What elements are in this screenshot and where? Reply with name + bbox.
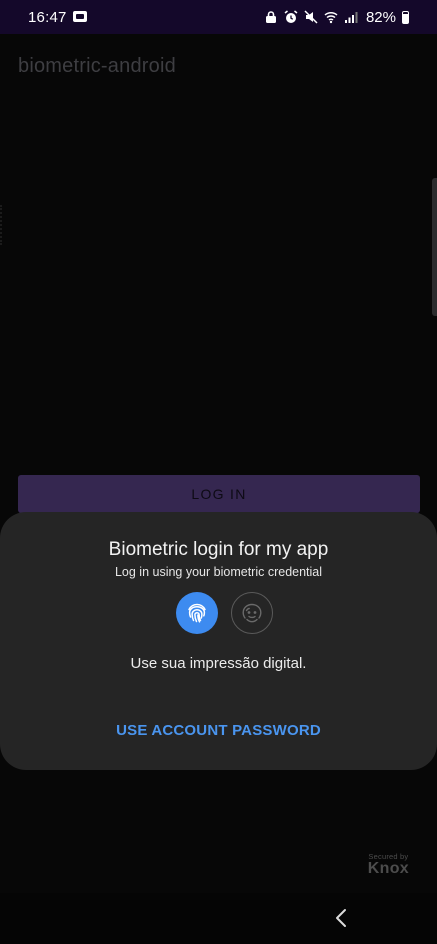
face-icon[interactable] xyxy=(231,592,273,634)
login-button[interactable]: LOG IN xyxy=(18,475,420,513)
knox-logo: Secured by Knox xyxy=(368,852,409,878)
use-account-password-button[interactable]: USE ACCOUNT PASSWORD xyxy=(0,722,437,739)
battery-percentage: 82% xyxy=(365,8,396,26)
prompt-subtitle: Log in using your biometric credential xyxy=(114,565,323,579)
screen: 16:47 82% biometric-android LOG IN Biome… xyxy=(0,0,437,944)
battery-icon xyxy=(402,10,409,24)
lock-icon xyxy=(264,10,278,24)
mute-icon xyxy=(304,10,318,24)
prompt-instruction: Use sua impressão digital. xyxy=(130,655,307,672)
edge-panel-handle[interactable] xyxy=(432,178,437,316)
alarm-icon xyxy=(284,10,298,24)
knox-brand: Knox xyxy=(367,860,409,877)
wifi-icon xyxy=(324,10,338,24)
app-title: biometric-android xyxy=(18,55,176,77)
signal-icon xyxy=(344,10,358,24)
prompt-title: Biometric login for my app xyxy=(108,539,329,560)
back-icon[interactable] xyxy=(331,906,351,930)
edge-marks xyxy=(0,205,4,245)
fingerprint-icon[interactable] xyxy=(176,592,218,634)
biometric-prompt-sheet: Biometric login for my app Log in using … xyxy=(0,512,437,770)
navigation-bar xyxy=(0,893,437,944)
status-bar: 16:47 82% xyxy=(0,0,437,34)
status-time: 16:47 xyxy=(28,9,67,26)
status-icons: 82% xyxy=(264,8,409,26)
screenshot-icon xyxy=(73,11,87,22)
